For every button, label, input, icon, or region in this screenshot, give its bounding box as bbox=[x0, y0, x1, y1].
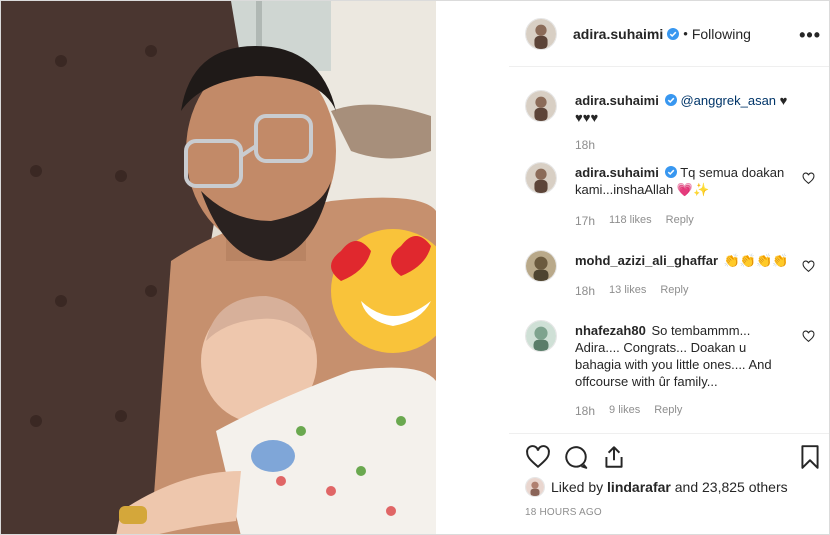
heart-icon[interactable] bbox=[802, 172, 815, 185]
comment-body: adira.suhaimi Tq semua doakan kami...ins… bbox=[575, 164, 795, 198]
instagram-post: adira.suhaimi • Following ••• adira.suha… bbox=[0, 0, 830, 535]
liked-by-prefix: Liked by bbox=[551, 479, 604, 495]
heart-icon[interactable] bbox=[802, 260, 815, 273]
comment-item: adira.suhaimi @anggrek_asan ♥ ♥♥♥ 18h bbox=[525, 90, 815, 170]
avatar[interactable] bbox=[525, 250, 557, 282]
liked-by-row: Liked by lindarafar and 23,825 others bbox=[525, 477, 788, 497]
comment-likes[interactable]: 13 likes bbox=[609, 284, 646, 298]
avatar[interactable] bbox=[525, 162, 557, 194]
comment-likes[interactable]: 9 likes bbox=[609, 404, 640, 418]
bookmark-icon[interactable] bbox=[797, 444, 823, 470]
comment-username[interactable]: nhafezah80 bbox=[575, 323, 646, 338]
comment-likes[interactable]: 118 likes bbox=[609, 214, 652, 228]
comment-meta: 18h 13 likes Reply bbox=[575, 284, 688, 298]
reply-button[interactable]: Reply bbox=[660, 284, 688, 298]
heart-icon[interactable] bbox=[802, 330, 815, 343]
share-icon[interactable] bbox=[601, 444, 627, 470]
avatar[interactable] bbox=[525, 17, 557, 50]
post-timestamp[interactable]: 18 HOURS AGO bbox=[525, 507, 602, 518]
comment-meta: 18h bbox=[575, 138, 595, 152]
comment-time[interactable]: 18h bbox=[575, 284, 595, 298]
reply-button[interactable]: Reply bbox=[654, 404, 682, 418]
liked-by-user[interactable]: lindarafar bbox=[607, 479, 671, 495]
comment-meta: 18h 9 likes Reply bbox=[575, 404, 682, 418]
comment-time[interactable]: 18h bbox=[575, 404, 595, 418]
post-photo[interactable] bbox=[1, 1, 436, 534]
comment-icon[interactable] bbox=[563, 444, 589, 470]
header-separator: • bbox=[683, 26, 688, 41]
liked-by-suffix[interactable]: and 23,825 others bbox=[675, 479, 788, 495]
comment-username[interactable]: mohd_azizi_ali_ghaffar bbox=[575, 253, 718, 268]
comment-time[interactable]: 18h bbox=[575, 138, 595, 152]
verified-icon bbox=[664, 94, 677, 106]
comment-item: mohd_azizi_ali_ghaffar 👏👏👏👏 18h 13 likes… bbox=[525, 250, 815, 310]
verified-icon bbox=[667, 27, 680, 40]
comment-body: adira.suhaimi @anggrek_asan ♥ ♥♥♥ bbox=[575, 92, 795, 126]
comments-list: adira.suhaimi @anggrek_asan ♥ ♥♥♥ 18h ad… bbox=[509, 68, 829, 433]
more-icon[interactable]: ••• bbox=[799, 25, 821, 46]
avatar[interactable] bbox=[525, 320, 557, 352]
following-button[interactable]: Following bbox=[692, 26, 751, 42]
comment-item: adira.suhaimi Tq semua doakan kami...ins… bbox=[525, 162, 815, 232]
photo-illustration bbox=[1, 1, 436, 534]
comment-mention[interactable]: @anggrek_asan bbox=[680, 93, 776, 108]
post-panel: adira.suhaimi • Following ••• adira.suha… bbox=[509, 1, 829, 534]
avatar[interactable] bbox=[525, 90, 557, 122]
photo-gutter bbox=[436, 1, 509, 534]
actions-bar: Liked by lindarafar and 23,825 others 18… bbox=[509, 433, 829, 534]
post-header: adira.suhaimi • Following ••• bbox=[509, 1, 829, 67]
comment-time[interactable]: 17h bbox=[575, 214, 595, 228]
comment-username[interactable]: adira.suhaimi bbox=[575, 165, 659, 180]
header-username[interactable]: adira.suhaimi bbox=[573, 26, 663, 42]
reply-button[interactable]: Reply bbox=[666, 214, 694, 228]
comment-text: 👏👏👏👏 bbox=[723, 253, 789, 268]
comment-meta: 17h 118 likes Reply bbox=[575, 214, 694, 228]
comment-body: mohd_azizi_ali_ghaffar 👏👏👏👏 bbox=[575, 252, 795, 269]
avatar[interactable] bbox=[525, 477, 545, 497]
heart-icon[interactable] bbox=[525, 444, 551, 470]
comment-username[interactable]: adira.suhaimi bbox=[575, 93, 659, 108]
comment-body: nhafezah80 So tembammm... Adira.... Cong… bbox=[575, 322, 795, 390]
verified-icon bbox=[664, 166, 677, 178]
comment-item: nhafezah80 So tembammm... Adira.... Cong… bbox=[525, 320, 815, 430]
